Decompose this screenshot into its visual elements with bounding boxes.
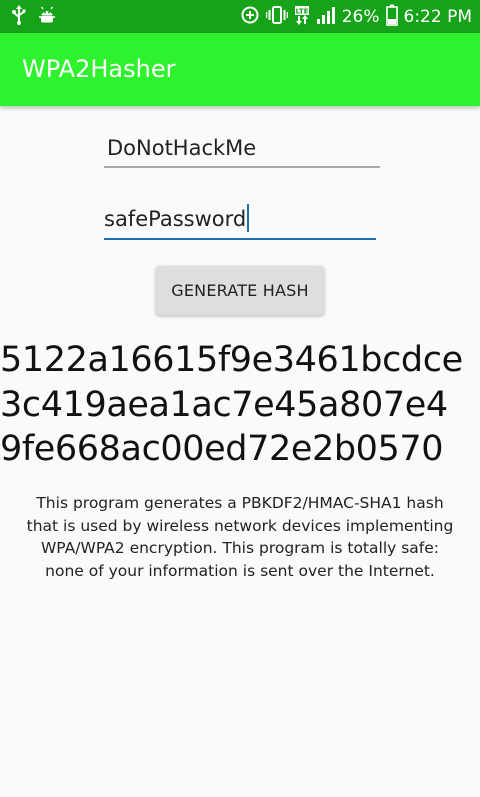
status-left-icons xyxy=(12,4,56,29)
lte-icon: LTE xyxy=(294,5,310,29)
android-debug-icon xyxy=(38,6,56,28)
description-text: This program generates a PBKDF2/HMAC-SHA… xyxy=(10,492,470,582)
hash-line: 5122a16615f9e3461bcdce xyxy=(0,340,463,380)
description-line: none of your information is sent over th… xyxy=(45,561,435,580)
hash-line: 9fe668ac00ed72e2b0570 xyxy=(0,429,444,469)
status-right-icons: LTE 26% 6:22 PM xyxy=(240,4,472,30)
app-bar: WPA2Hasher xyxy=(0,33,480,106)
ssid-input-value: DoNotHackMe xyxy=(107,136,257,160)
vibrate-icon xyxy=(265,5,288,29)
signal-icon xyxy=(316,6,336,28)
clock: 6:22 PM xyxy=(403,6,473,27)
password-input-wrapper: safePassword xyxy=(104,204,250,232)
password-input[interactable]: safePassword xyxy=(104,198,376,240)
text-cursor xyxy=(247,204,250,232)
app-title: WPA2Hasher xyxy=(22,55,176,83)
svg-text:LTE: LTE xyxy=(295,7,308,15)
generate-hash-button[interactable]: GENERATE HASH xyxy=(156,266,324,315)
status-bar: LTE 26% 6:22 PM xyxy=(0,0,480,33)
data-saver-icon xyxy=(240,5,260,29)
battery-icon xyxy=(385,4,398,30)
usb-icon xyxy=(12,4,26,29)
battery-percent: 26% xyxy=(341,6,380,27)
description-line: that is used by wireless network devices… xyxy=(26,516,454,535)
password-input-value: safePassword xyxy=(104,207,247,231)
hash-line: 3c419aea1ac7e45a807e4 xyxy=(0,384,448,425)
ssid-input[interactable]: DoNotHackMe xyxy=(104,128,380,168)
hash-output: 5122a16615f9e3461bcdce 3c419aea1ac7e45a8… xyxy=(0,338,480,472)
description-line: This program generates a PBKDF2/HMAC-SHA… xyxy=(36,494,444,512)
description-line: WPA/WPA2 encryption. This program is tot… xyxy=(40,539,440,557)
